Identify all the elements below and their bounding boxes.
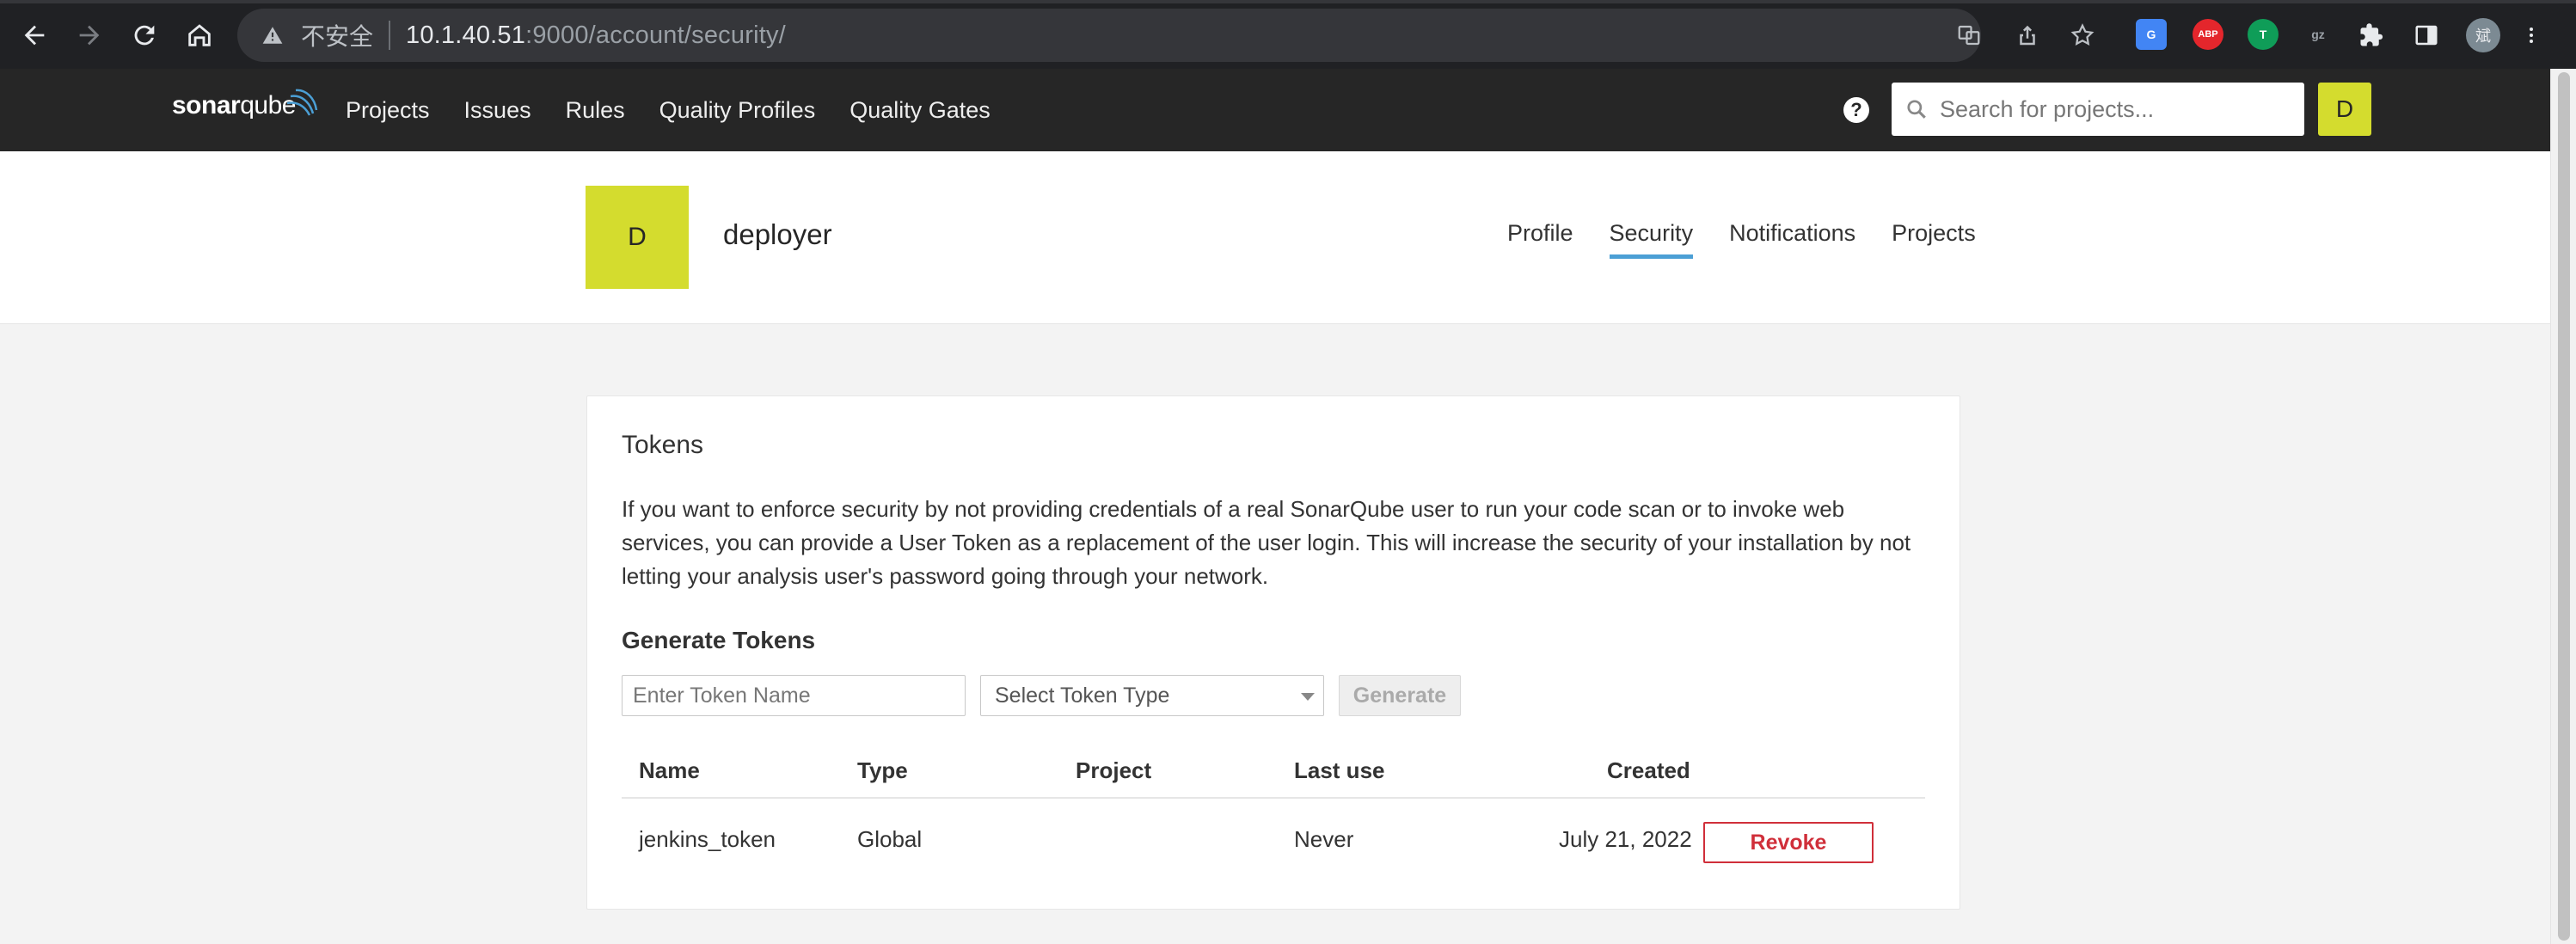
browser-menu-icon[interactable] — [2523, 20, 2540, 51]
google-translate-icon[interactable]: G — [2136, 19, 2167, 50]
col-name: Name — [639, 757, 700, 783]
user-avatar[interactable]: D — [2318, 83, 2371, 136]
sonarqube-logo[interactable]: sonarqube — [172, 91, 296, 120]
main-menu: Projects Issues Rules Quality Profiles Q… — [346, 69, 1025, 151]
extensions-puzzle-icon[interactable] — [2356, 20, 2387, 51]
tokens-table-header: Name Type Project Last use Created — [622, 739, 1925, 799]
chevron-down-icon — [1301, 693, 1315, 701]
col-project: Project — [1076, 757, 1152, 783]
nav-rules[interactable]: Rules — [566, 97, 625, 124]
nav-quality-profiles[interactable]: Quality Profiles — [659, 97, 816, 124]
search-input[interactable] — [1938, 95, 2303, 124]
tab-strip — [0, 0, 2576, 3]
url-path: :9000/account/security/ — [525, 21, 786, 49]
tokens-description: If you want to enforce security by not p… — [622, 496, 1911, 589]
token-type-placeholder: Select Token Type — [995, 683, 1170, 708]
tokens-title: Tokens — [622, 431, 704, 459]
sonarqube-logo-arc-icon — [286, 89, 318, 116]
tab-projects[interactable]: Projects — [1892, 220, 1976, 259]
token-type-select[interactable]: Select Token Type — [980, 675, 1324, 716]
tab-security[interactable]: Security — [1609, 220, 1693, 259]
sonarqube-navbar: sonarqube Projects Issues Rules Quality … — [0, 69, 2550, 151]
scrollbar-thumb[interactable] — [2558, 72, 2570, 941]
translate-page-icon[interactable] — [1953, 20, 1984, 51]
tab-profile[interactable]: Profile — [1507, 220, 1573, 259]
nav-quality-gates[interactable]: Quality Gates — [849, 97, 991, 124]
share-icon[interactable] — [2012, 20, 2043, 51]
url-host: 10.1.40.51 — [406, 21, 526, 49]
nav-issues[interactable]: Issues — [464, 97, 531, 124]
adblock-plus-icon[interactable]: ABP — [2193, 19, 2223, 50]
reload-icon[interactable] — [124, 15, 165, 56]
tokens-card: Tokens If you want to enforce security b… — [586, 395, 1960, 910]
page-scrollbar[interactable] — [2550, 69, 2576, 944]
bookmark-star-icon[interactable] — [2067, 20, 2098, 51]
token-created-cell: July 21, 2022 — [1559, 826, 1692, 852]
help-icon[interactable]: ? — [1843, 97, 1869, 123]
token-name-cell: jenkins_token — [639, 826, 776, 852]
account-tabs: Profile Security Notifications Projects — [1507, 220, 2012, 259]
tab-notifications[interactable]: Notifications — [1729, 220, 1855, 259]
generate-tokens-title: Generate Tokens — [622, 627, 816, 653]
account-username: deployer — [723, 218, 832, 250]
browser-toolbar: 不安全 10.1.40.51:9000/account/security/ G … — [0, 0, 2576, 69]
search-icon — [1907, 100, 1926, 119]
forward-icon[interactable] — [69, 15, 110, 56]
insecure-label[interactable]: 不安全 — [301, 18, 373, 52]
col-last-use: Last use — [1294, 757, 1385, 783]
col-created: Created — [1607, 757, 1690, 783]
revoke-button[interactable]: Revoke — [1703, 822, 1874, 863]
token-name-input[interactable] — [622, 675, 966, 716]
account-avatar: D — [586, 186, 689, 289]
project-search — [1892, 83, 2304, 136]
address-separator — [389, 21, 391, 50]
tampermonkey-icon[interactable]: T — [2248, 19, 2279, 50]
generate-button[interactable]: Generate — [1339, 675, 1461, 716]
account-header: D deployer Profile Security Notification… — [0, 151, 2550, 324]
url-text[interactable]: 10.1.40.51:9000/account/security/ — [406, 21, 786, 50]
browser-profile-avatar[interactable]: 斌 — [2466, 18, 2500, 52]
token-last-use-cell: Never — [1294, 826, 1354, 852]
warning-icon — [261, 21, 291, 50]
side-panel-icon[interactable] — [2411, 20, 2442, 51]
back-icon[interactable] — [14, 15, 55, 56]
nav-projects[interactable]: Projects — [346, 97, 430, 124]
gzip-icon[interactable]: gz — [2303, 19, 2334, 50]
address-bar[interactable]: 不安全 10.1.40.51:9000/account/security/ — [237, 9, 1981, 62]
token-type-cell: Global — [857, 826, 923, 852]
home-icon[interactable] — [179, 15, 220, 56]
col-type: Type — [857, 757, 908, 783]
